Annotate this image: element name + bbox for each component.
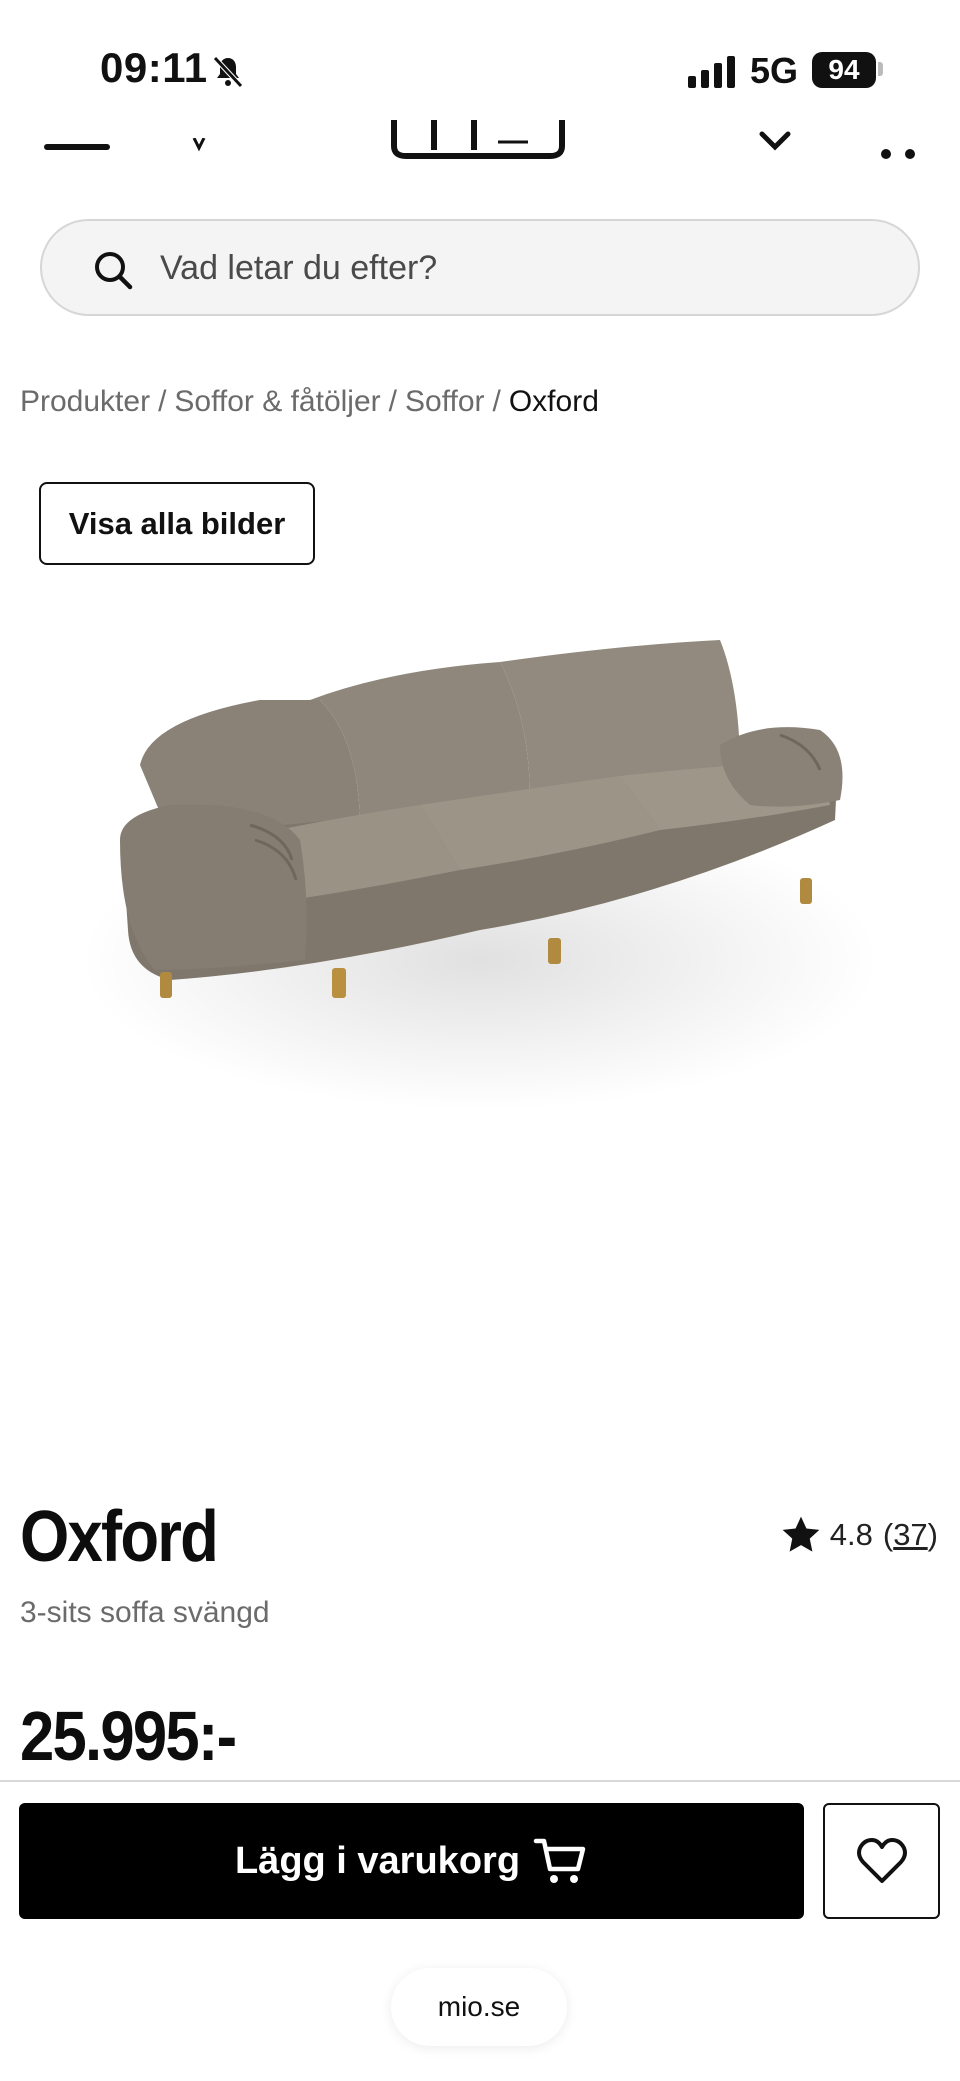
product-rating[interactable]: 4.8 (37) <box>780 1510 938 1560</box>
product-subtitle: 3-sits soffa svängd <box>20 1596 270 1629</box>
browser-url-pill[interactable]: mio.se <box>391 1968 567 2046</box>
chevron-down-icon[interactable] <box>758 130 792 154</box>
breadcrumb-separator: / <box>388 385 397 418</box>
product-price: 25.995:- <box>20 1697 237 1775</box>
review-count[interactable]: (37) <box>883 1517 938 1553</box>
product-title: Oxford <box>20 1497 219 1577</box>
product-page: 09:11 5G 94 Vad letar du efter? Produkte… <box>0 0 960 2081</box>
mio-logo[interactable] <box>388 120 568 162</box>
divider <box>0 1780 960 1782</box>
breadcrumb-item-soffor[interactable]: Soffor <box>405 385 485 419</box>
cart-icon <box>533 1838 586 1883</box>
breadcrumb-item-soffor-fatoljer[interactable]: Soffor & fåtöljer <box>174 385 380 419</box>
add-to-cart-button[interactable]: Lägg i varukorg <box>19 1803 804 1919</box>
menu-icon[interactable] <box>44 144 110 150</box>
search-icon <box>95 252 133 290</box>
signal-icon <box>688 56 735 88</box>
breadcrumb-item-produkter[interactable]: Produkter <box>20 385 150 419</box>
view-all-images-button[interactable]: Visa alla bilder <box>39 482 315 565</box>
nav-account-icon[interactable] <box>192 138 206 152</box>
breadcrumb-separator: / <box>158 385 167 418</box>
search-input[interactable] <box>160 239 880 297</box>
breadcrumb-current: Oxford <box>508 385 599 418</box>
breadcrumb-separator: / <box>492 385 501 418</box>
star-icon <box>782 1516 820 1552</box>
wishlist-button[interactable] <box>823 1803 940 1919</box>
network-label: 5G <box>750 50 799 91</box>
heart-icon <box>856 1838 907 1883</box>
review-count-link[interactable]: 37 <box>893 1517 927 1552</box>
product-image[interactable] <box>60 600 900 1300</box>
status-time: 09:11 <box>100 44 208 91</box>
bell-muted-icon <box>213 56 243 88</box>
more-icon[interactable] <box>880 148 916 160</box>
search-bar[interactable] <box>40 219 920 316</box>
battery-indicator: 94 <box>812 52 876 88</box>
rating-value: 4.8 <box>829 1517 873 1552</box>
add-to-cart-label: Lägg i varukorg <box>234 1839 521 1882</box>
battery-nub <box>878 62 883 76</box>
breadcrumb: Produkter / Soffor & fåtöljer / Soffor /… <box>20 380 599 424</box>
status-bar: 09:11 5G 94 <box>0 0 960 130</box>
top-nav <box>0 120 960 180</box>
